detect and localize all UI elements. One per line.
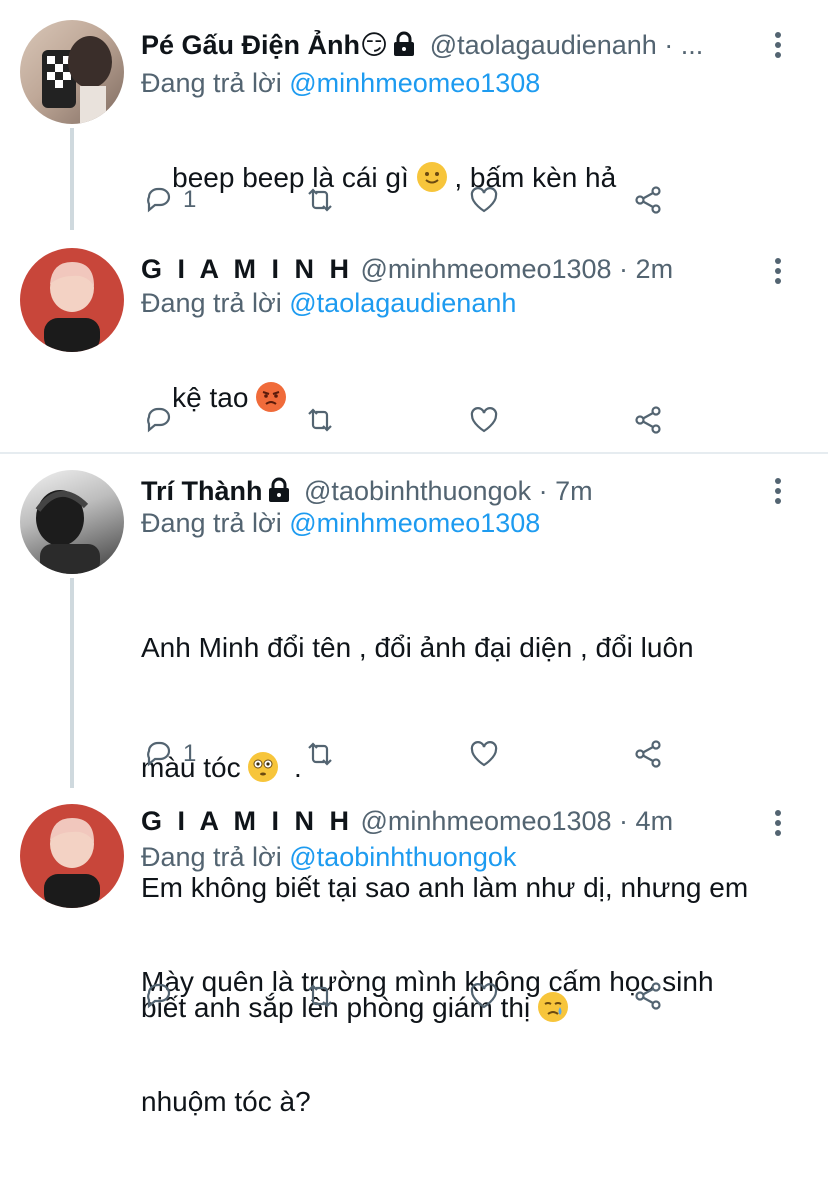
like-button[interactable] [467, 736, 501, 772]
avatar-image [44, 818, 100, 908]
heart-icon [470, 187, 498, 213]
tweet-actions: 1 [141, 736, 681, 772]
tweet-text-line: nhuộm tóc à? [141, 1086, 311, 1117]
avatar[interactable] [20, 470, 124, 574]
more-icon[interactable] [774, 810, 782, 840]
reply-button[interactable]: 1 [141, 736, 196, 772]
mention-link[interactable]: @minhmeomeo1308 [289, 68, 540, 98]
tweet-1[interactable]: Pé Gấu Điện Ảnh😏 @taolagaudienanh · ... … [0, 0, 828, 230]
tweet-text: beep beep là cái gì , bấm kèn hả [141, 118, 788, 238]
handle-and-time[interactable]: @minhmeomeo1308 · 2m [361, 254, 674, 284]
retweet-icon [308, 408, 332, 432]
retweet-button[interactable] [303, 402, 337, 438]
mention-link[interactable]: @taobinhthuongok [289, 842, 516, 872]
display-name[interactable]: G I A M I N H [141, 254, 353, 284]
tweet-3[interactable]: Trí Thành @taobinhthuongok · 7m Đang trả… [0, 454, 828, 1023]
retweet-icon [308, 742, 332, 766]
display-name[interactable]: Pé Gấu Điện Ảnh😏 [141, 30, 388, 60]
more-icon[interactable] [774, 478, 782, 508]
retweet-button[interactable] [303, 736, 337, 772]
heart-icon [470, 407, 498, 433]
handle-and-time[interactable]: @taobinhthuongok · 7m [304, 476, 593, 506]
retweet-icon [308, 188, 332, 212]
retweet-icon [308, 984, 332, 1008]
avatar-image [42, 36, 112, 124]
thread-line [70, 128, 74, 230]
avatar[interactable] [20, 804, 124, 908]
replying-prefix: Đang trả lời [141, 68, 290, 98]
avatar-image [44, 262, 100, 352]
handle-and-time[interactable]: @taolagaudienanh · ... [430, 30, 704, 60]
like-button[interactable] [467, 182, 501, 218]
display-name[interactable]: G I A M I N H [141, 806, 353, 836]
handle-and-time[interactable]: @minhmeomeo1308 · 4m [361, 806, 674, 836]
mention-link[interactable]: @minhmeomeo1308 [289, 508, 540, 538]
tweet-2[interactable]: G I A M I N H @minhmeomeo1308 · 2m Đang … [0, 230, 828, 452]
avatar-image [35, 490, 100, 574]
reply-icon [147, 741, 171, 767]
share-icon [635, 740, 661, 768]
share-icon [635, 982, 661, 1010]
mention-link[interactable]: @taolagaudienanh [289, 288, 516, 318]
reply-button[interactable] [141, 978, 183, 1014]
tweet-actions: 1 [141, 182, 681, 218]
more-icon[interactable] [774, 32, 782, 62]
reply-count: 1 [183, 740, 197, 767]
retweet-button[interactable] [303, 182, 337, 218]
replying-prefix: Đang trả lời [141, 842, 290, 872]
share-button[interactable] [631, 402, 665, 438]
heart-icon [470, 741, 498, 767]
thread-line [70, 578, 74, 788]
reply-icon [147, 983, 171, 1009]
reply-count: 1 [183, 186, 197, 213]
tweet-4[interactable]: G I A M I N H @minhmeomeo1308 · 4m Đang … [0, 788, 828, 1117]
retweet-button[interactable] [303, 978, 337, 1014]
like-button[interactable] [467, 402, 501, 438]
more-icon[interactable] [774, 258, 782, 288]
avatar[interactable] [20, 248, 124, 352]
tweet-text: kệ tao [141, 338, 788, 458]
replying-to: Đang trả lời @taobinhthuongok [141, 840, 516, 874]
share-icon [635, 406, 661, 434]
display-name[interactable]: Trí Thành [141, 476, 263, 506]
reply-icon [147, 187, 171, 213]
replying-prefix: Đang trả lời [141, 288, 290, 318]
heart-icon [470, 983, 498, 1009]
avatar[interactable] [20, 20, 124, 124]
replying-to: Đang trả lời @taolagaudienanh [141, 286, 516, 320]
tweet-actions [141, 978, 681, 1014]
reply-icon [147, 407, 171, 433]
replying-to: Đang trả lời @minhmeomeo1308 [141, 506, 540, 540]
like-button[interactable] [467, 978, 501, 1014]
share-button[interactable] [631, 736, 665, 772]
share-button[interactable] [631, 182, 665, 218]
lock-icon [392, 31, 416, 65]
replying-to: Đang trả lời @minhmeomeo1308 [141, 66, 540, 100]
tweet-text-line: Anh Minh đổi tên , đổi ảnh đại diện , đổ… [141, 632, 694, 663]
share-icon [635, 186, 661, 214]
tweet-header: G I A M I N H @minhmeomeo1308 · 4m [141, 804, 768, 838]
tweet-header: G I A M I N H @minhmeomeo1308 · 2m [141, 252, 768, 286]
tweet-actions [141, 402, 681, 438]
tweet-header: Pé Gấu Điện Ảnh😏 @taolagaudienanh · ... [141, 28, 768, 65]
replying-prefix: Đang trả lời [141, 508, 290, 538]
tweet-text: Mày quên là trường mình không cấm học si… [141, 882, 788, 1202]
reply-button[interactable]: 1 [141, 182, 196, 218]
reply-button[interactable] [141, 402, 183, 438]
share-button[interactable] [631, 978, 665, 1014]
